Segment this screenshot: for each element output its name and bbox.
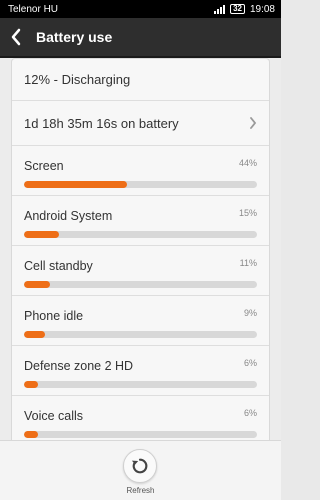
usage-bar-track	[24, 181, 257, 188]
battery-usage-list[interactable]: 12% - Discharging 1d 18h 35m 16s on batt…	[0, 58, 281, 440]
page-title: Battery use	[36, 29, 113, 45]
refresh-label: Refresh	[126, 486, 155, 495]
usage-bar-track	[24, 231, 257, 238]
usage-row[interactable]: Screen 44%	[12, 146, 269, 196]
usage-bar-track	[24, 331, 257, 338]
usage-row[interactable]: Android System 15%	[12, 196, 269, 246]
usage-percent: 6%	[243, 358, 257, 368]
clock: 19:08	[249, 3, 275, 15]
usage-row[interactable]: Voice calls 6%	[12, 396, 269, 440]
usage-percent: 9%	[243, 308, 257, 318]
usage-name: Cell standby	[24, 259, 93, 273]
usage-name: Voice calls	[24, 409, 84, 423]
usage-row[interactable]: Defense zone 2 HD 6%	[12, 346, 269, 396]
usage-bar-fill	[24, 281, 50, 288]
usage-row[interactable]: Phone idle 9%	[12, 296, 269, 346]
status-icons: 32 19:08	[214, 4, 275, 15]
on-battery-duration: 1d 18h 35m 16s on battery	[24, 115, 179, 131]
usage-percent: 44%	[238, 158, 257, 168]
usage-percent: 15%	[238, 208, 257, 218]
carrier-name: Telenor HU	[8, 3, 59, 15]
battery-icon: 32	[230, 4, 245, 14]
app-header: Battery use	[0, 18, 281, 58]
usage-card: 12% - Discharging 1d 18h 35m 16s on batt…	[11, 58, 270, 440]
discharge-status-row: 12% - Discharging	[12, 59, 269, 101]
usage-bar-fill	[24, 231, 59, 238]
usage-name: Phone idle	[24, 309, 84, 323]
refresh-button[interactable]	[123, 449, 157, 483]
refresh-icon	[131, 458, 148, 474]
status-bar: Telenor HU 32 19:08	[0, 0, 281, 18]
usage-bar-fill	[24, 331, 45, 338]
usage-bar-track	[24, 431, 257, 438]
usage-percent: 11%	[239, 258, 257, 268]
usage-bar-track	[24, 281, 257, 288]
usage-name: Android System	[24, 209, 113, 223]
bottom-bar: Refresh	[0, 440, 281, 500]
back-chevron-icon[interactable]	[10, 25, 28, 49]
on-battery-row[interactable]: 1d 18h 35m 16s on battery	[12, 101, 269, 146]
usage-bar-fill	[24, 431, 38, 438]
usage-name: Screen	[24, 159, 64, 173]
usage-percent: 6%	[243, 408, 257, 418]
usage-bar-fill	[24, 181, 127, 188]
usage-row[interactable]: Cell standby 11%	[12, 246, 269, 296]
usage-name: Defense zone 2 HD	[24, 359, 134, 373]
usage-bar-fill	[24, 381, 38, 388]
signal-icon	[214, 4, 226, 14]
discharge-status: 12% - Discharging	[24, 72, 131, 87]
chevron-right-icon	[250, 117, 257, 129]
usage-bar-track	[24, 381, 257, 388]
